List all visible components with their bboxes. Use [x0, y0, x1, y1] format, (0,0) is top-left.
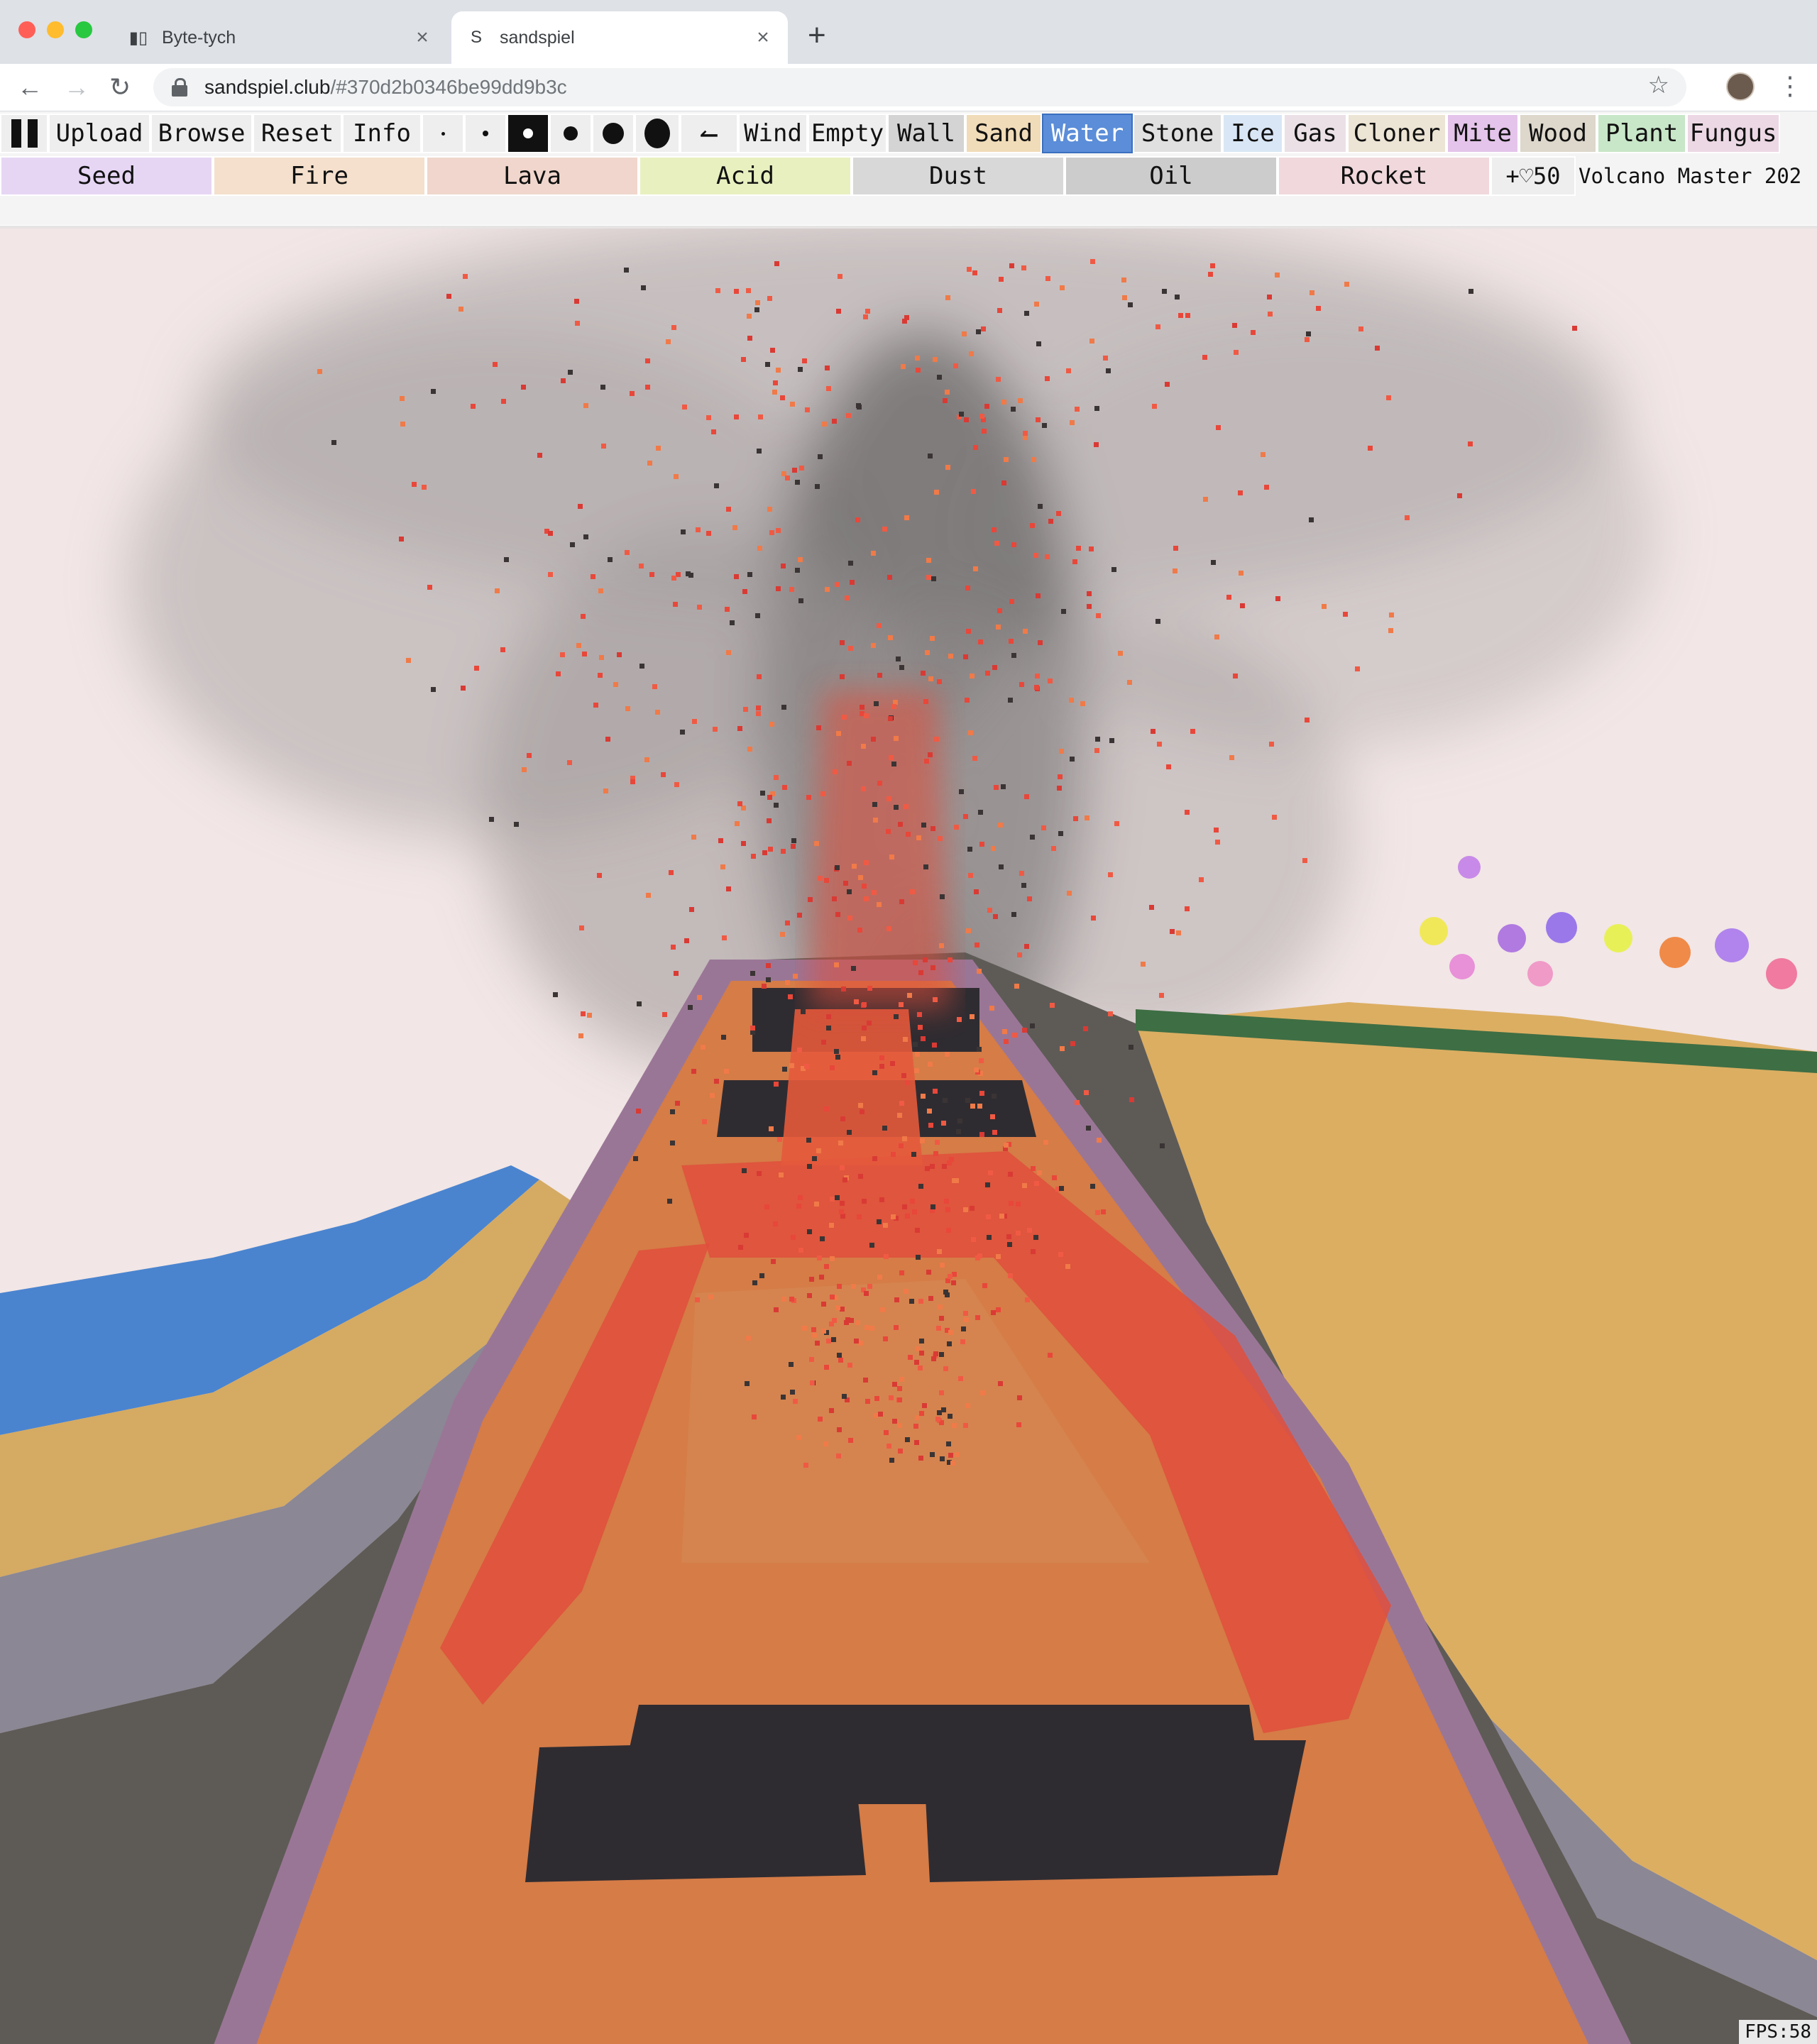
element-button-wind[interactable]: Wind	[738, 114, 808, 153]
tab-title: Byte-tych	[162, 27, 236, 48]
pause-button[interactable]	[0, 114, 48, 153]
reset-button[interactable]: Reset	[253, 114, 342, 153]
element-button-sand[interactable]: Sand	[965, 114, 1042, 153]
close-icon[interactable]: ×	[412, 26, 433, 50]
element-button-oil[interactable]: Oil	[1065, 156, 1278, 196]
element-button-fire[interactable]: Fire	[213, 156, 426, 196]
volcano-scene	[0, 229, 1817, 2044]
url-host: sandspiel.club	[204, 76, 331, 98]
lock-icon	[172, 78, 187, 97]
url-path: /#370d2b0346be99dd9b3c	[330, 76, 567, 98]
toolbar-row-1: Upload Browse Reset Info ↼ Wind Empty Wall…	[0, 113, 1780, 154]
element-button-mite[interactable]: Mite	[1447, 114, 1519, 153]
element-button-gas[interactable]: Gas	[1283, 114, 1347, 153]
close-icon[interactable]: ×	[752, 26, 774, 50]
address-bar-row: ← → ↻ sandspiel.club/#370d2b0346be99dd9b…	[0, 64, 1817, 111]
browse-button[interactable]: Browse	[150, 114, 253, 153]
favorite-button[interactable]: +♡50	[1491, 156, 1576, 196]
brush-size-3-button[interactable]	[507, 114, 549, 153]
element-button-seed[interactable]: Seed	[0, 156, 213, 196]
close-window-button[interactable]	[18, 21, 35, 38]
profile-avatar[interactable]	[1726, 72, 1755, 101]
brush-size-2-button[interactable]	[464, 114, 507, 153]
bookmark-star-icon[interactable]: ☆	[1648, 71, 1669, 99]
fps-counter: FPS:58	[1739, 2020, 1817, 2044]
element-button-plant[interactable]: Plant	[1597, 114, 1686, 153]
undo-button[interactable]: ↼	[680, 114, 738, 153]
back-arrow-icon[interactable]: ←	[17, 70, 43, 105]
browser-menu-icon[interactable]: ⋮	[1777, 68, 1803, 104]
tab-byte-tych[interactable]: ▮▯ Byte-tych ×	[114, 11, 447, 64]
element-button-fungus[interactable]: Fungus	[1686, 114, 1780, 153]
element-buttons-row-2: Seed Fire Lava Acid Dust Oil Rocket	[0, 156, 1491, 196]
back-arrow-icon: ↼	[699, 115, 719, 152]
upload-button[interactable]: Upload	[48, 114, 150, 153]
brush-size-6-button[interactable]	[635, 114, 680, 153]
tab-title: sandspiel	[500, 27, 575, 48]
book-icon: ▮▯	[128, 28, 148, 48]
brush-size-4-button[interactable]	[549, 114, 592, 153]
forward-arrow-icon[interactable]: →	[64, 70, 89, 105]
maximize-window-button[interactable]	[75, 21, 92, 38]
new-tab-button[interactable]: +	[808, 16, 826, 55]
browser-tab-bar: ▮▯ Byte-tych × S sandspiel × +	[0, 0, 1817, 64]
reload-icon[interactable]: ↻	[109, 70, 131, 105]
element-button-empty[interactable]: Empty	[808, 114, 887, 153]
simulation-canvas[interactable]: FPS:58	[0, 226, 1817, 2044]
element-button-ice[interactable]: Ice	[1222, 114, 1283, 153]
creation-title: Volcano Master 202	[1579, 164, 1802, 188]
sandspiel-favicon-icon: S	[470, 28, 482, 47]
brush-size-1-button[interactable]	[422, 114, 464, 153]
element-button-wall[interactable]: Wall	[887, 114, 965, 153]
element-button-wood[interactable]: Wood	[1519, 114, 1597, 153]
element-button-stone[interactable]: Stone	[1133, 114, 1222, 153]
pause-icon	[11, 119, 38, 148]
element-button-dust[interactable]: Dust	[852, 156, 1065, 196]
element-button-cloner[interactable]: Cloner	[1347, 114, 1447, 153]
element-button-rocket[interactable]: Rocket	[1278, 156, 1491, 196]
minimize-window-button[interactable]	[47, 21, 64, 38]
toolbar-row-2: Seed Fire Lava Acid Dust Oil Rocket +♡50 Volca…	[0, 155, 1801, 197]
sandspiel-toolbar: Upload Browse Reset Info ↼ Wind Empty Wall…	[0, 111, 1817, 225]
element-buttons-row-1: Wind Empty Wall Sand Water Stone Ice Gas Cloner M…	[738, 114, 1780, 153]
info-button[interactable]: Info	[342, 114, 422, 153]
url-input[interactable]: sandspiel.club/#370d2b0346be99dd9b3c ☆	[153, 68, 1686, 106]
brush-size-5-button[interactable]	[592, 114, 635, 153]
element-button-lava[interactable]: Lava	[426, 156, 639, 196]
element-button-water[interactable]: Water	[1042, 114, 1133, 153]
tab-sandspiel[interactable]: S sandspiel ×	[451, 11, 788, 64]
element-button-acid[interactable]: Acid	[639, 156, 852, 196]
